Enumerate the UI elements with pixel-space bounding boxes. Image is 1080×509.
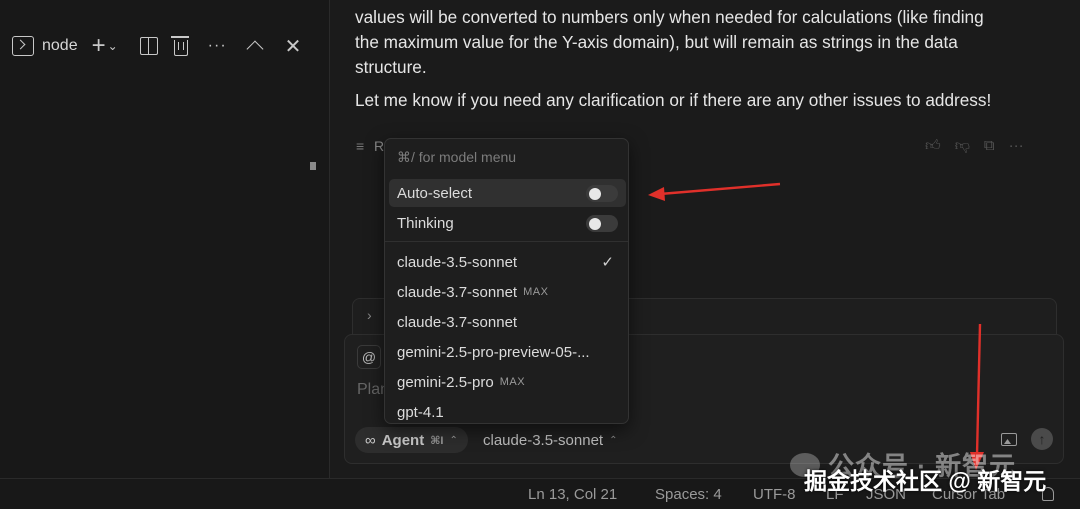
check-icon: ✓ bbox=[601, 254, 614, 271]
feedback-actions: 👍︎ 👎︎ ⧉ ··· bbox=[925, 137, 1024, 155]
more-icon[interactable]: ··· bbox=[1009, 137, 1024, 155]
more-icon[interactable]: ··· bbox=[208, 37, 227, 55]
chevron-up-icon: ⌃ bbox=[449, 434, 458, 446]
auto-select-toggle[interactable] bbox=[586, 185, 618, 202]
model-option-label: claude-3.5-sonnet bbox=[397, 253, 518, 271]
terminal-panel: node + ⌄ ··· ✕ bbox=[0, 0, 330, 478]
auto-select-label: Auto-select bbox=[397, 184, 473, 202]
copy-icon[interactable]: ⧉ bbox=[984, 137, 995, 155]
indentation[interactable]: Spaces: 4 bbox=[655, 486, 722, 503]
thumbs-up-icon[interactable]: 👍︎ bbox=[925, 137, 941, 155]
trash-icon[interactable] bbox=[170, 36, 189, 56]
send-button[interactable]: ↑ bbox=[1031, 428, 1053, 450]
thumbs-down-icon[interactable]: 👎︎ bbox=[955, 137, 970, 155]
thinking-toggle[interactable] bbox=[586, 215, 618, 232]
chat-line: structure. bbox=[355, 57, 427, 77]
terminal-name[interactable]: node bbox=[42, 37, 78, 55]
terminal-toolbar: node + ⌄ ··· ✕ bbox=[12, 30, 301, 62]
add-terminal-icon[interactable]: + bbox=[92, 34, 106, 58]
terminal-icon bbox=[12, 36, 34, 56]
encoding[interactable]: UTF-8 bbox=[753, 486, 796, 503]
model-option-label: gemini-2.5-pro-preview-05-... bbox=[397, 343, 590, 361]
model-option-label: gemini-2.5-pro bbox=[397, 373, 494, 391]
annotation-arrow bbox=[648, 182, 781, 201]
thinking-label: Thinking bbox=[397, 214, 454, 232]
model-option[interactable]: gemini-2.5-pro-preview-05-... bbox=[389, 338, 626, 366]
mode-shortcut: ⌘I bbox=[430, 434, 444, 447]
reply-label: R bbox=[374, 138, 385, 154]
thinking-row[interactable]: Thinking bbox=[389, 209, 626, 237]
chat-line: values will be converted to numbers only… bbox=[355, 7, 984, 27]
chat-line: the maximum value for the Y-axis domain)… bbox=[355, 32, 958, 52]
model-option[interactable]: gpt-4.1 bbox=[389, 398, 626, 423]
mode-label: Agent bbox=[381, 431, 425, 449]
max-badge: MAX bbox=[499, 376, 526, 388]
agent-mode-selector[interactable]: ∞ Agent ⌘I ⌃ bbox=[355, 427, 468, 453]
auto-select-row[interactable]: Auto-select bbox=[389, 179, 626, 207]
menu-hint: ⌘/ for model menu bbox=[397, 149, 517, 165]
chevron-up-icon[interactable] bbox=[246, 40, 264, 58]
chat-message: values will be converted to numbers only… bbox=[355, 5, 1060, 113]
mention-button[interactable]: @ bbox=[357, 345, 381, 369]
image-icon[interactable] bbox=[1001, 433, 1017, 446]
model-option-label: claude-3.7-sonnet bbox=[397, 283, 518, 301]
chat-line: Let me know if you need any clarificatio… bbox=[355, 90, 992, 110]
split-terminal-icon[interactable] bbox=[139, 37, 158, 55]
model-label: claude-3.5-sonnet bbox=[483, 432, 604, 449]
chevron-right-icon[interactable]: › bbox=[367, 307, 372, 323]
model-option-label: gpt-4.1 bbox=[397, 403, 444, 421]
menu-divider bbox=[385, 241, 628, 242]
infinity-icon: ∞ bbox=[365, 431, 376, 449]
juejin-watermark: 掘金技术社区 @ 新智元 bbox=[804, 468, 1047, 494]
close-icon[interactable]: ✕ bbox=[285, 34, 302, 59]
model-option[interactable]: gemini-2.5-pro MAX bbox=[389, 368, 626, 396]
scrollbar-thumb[interactable] bbox=[310, 162, 316, 170]
list-icon: ≡ bbox=[356, 138, 365, 154]
max-badge: MAX bbox=[523, 286, 549, 298]
cursor-position[interactable]: Ln 13, Col 21 bbox=[528, 486, 617, 503]
model-option[interactable]: claude-3.7-sonnet MAX bbox=[389, 278, 626, 306]
model-menu: ⌘/ for model menu Auto-select Thinking c… bbox=[384, 138, 629, 424]
chevron-up-icon: ⌃ bbox=[609, 435, 618, 446]
model-option[interactable]: claude-3.7-sonnet bbox=[389, 308, 626, 336]
model-selector[interactable]: claude-3.5-sonnet ⌃ bbox=[483, 432, 617, 449]
model-option-label: claude-3.7-sonnet bbox=[397, 313, 518, 331]
chevron-down-icon[interactable]: ⌄ bbox=[108, 39, 118, 53]
model-option[interactable]: claude-3.5-sonnet ✓ bbox=[389, 248, 626, 276]
